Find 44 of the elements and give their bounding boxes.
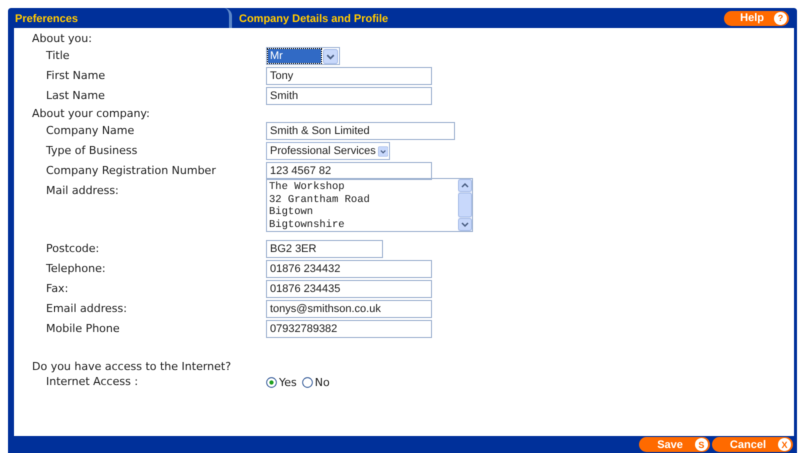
dropdown[interactable]: Mr [266, 47, 340, 65]
address-line: Bigtown [269, 206, 314, 218]
field-label: Last Name [45, 88, 106, 104]
radio-icon[interactable] [266, 377, 277, 388]
radio-icon[interactable] [302, 377, 313, 388]
tab[interactable]: Preferences [8, 8, 232, 28]
address-line: 32 Grantham Road [269, 194, 371, 206]
address-line: Bigtownshire [269, 218, 346, 231]
shortcut-key-icon: X [778, 438, 791, 451]
field-label: Type of Business [45, 143, 138, 159]
text-field[interactable]: 01876 234432 [266, 260, 432, 278]
text-field[interactable]: 07932789382 [266, 320, 432, 338]
field-label: Telephone: [45, 261, 107, 277]
section-heading: About your company: [32, 107, 151, 120]
field-label: Postcode: [45, 241, 100, 257]
address-line: The Workshop [269, 181, 346, 194]
field-label: Email address: [45, 301, 128, 317]
field-label: Mail address: [45, 183, 120, 199]
tab[interactable]: Company Details and Profile [232, 8, 388, 28]
text-field[interactable]: tonys@smithson.co.uk [266, 300, 432, 318]
text-field[interactable]: Smith [266, 87, 432, 105]
field-label: Fax: [45, 281, 70, 297]
scrollbar[interactable] [458, 179, 472, 231]
field-label: First Name [45, 68, 106, 84]
section-heading: About you: [32, 32, 93, 45]
text-field[interactable]: Tony [266, 67, 432, 85]
shortcut-key-icon: S [694, 438, 708, 451]
field-label: Internet Access : [45, 375, 140, 389]
field-label: Mobile Phone [45, 321, 121, 337]
text-field[interactable]: 123 4567 82 [266, 162, 432, 180]
text-field[interactable]: Smith & Son Limited [266, 122, 455, 140]
dropdown-value: Professional Services [269, 144, 376, 158]
text-field[interactable]: BG2 3ER [266, 240, 383, 258]
dropdown[interactable]: Professional Services [266, 142, 390, 160]
dropdown-value: Mr [268, 49, 321, 63]
radio-option[interactable]: Yes [266, 376, 297, 389]
field-label: Title [45, 48, 71, 64]
address-textarea[interactable]: The Workshop 32 Grantham Road Bigtown Bigtownshire [266, 178, 473, 232]
text-field[interactable]: 01876 234435 [266, 280, 432, 298]
field-label: Company Name [45, 123, 136, 139]
radio-option[interactable]: No [302, 376, 330, 389]
help-key-icon: ? [774, 12, 787, 24]
field-label: Company Registration Number [45, 163, 217, 179]
section-heading: Do you have access to the Internet? [32, 360, 232, 373]
